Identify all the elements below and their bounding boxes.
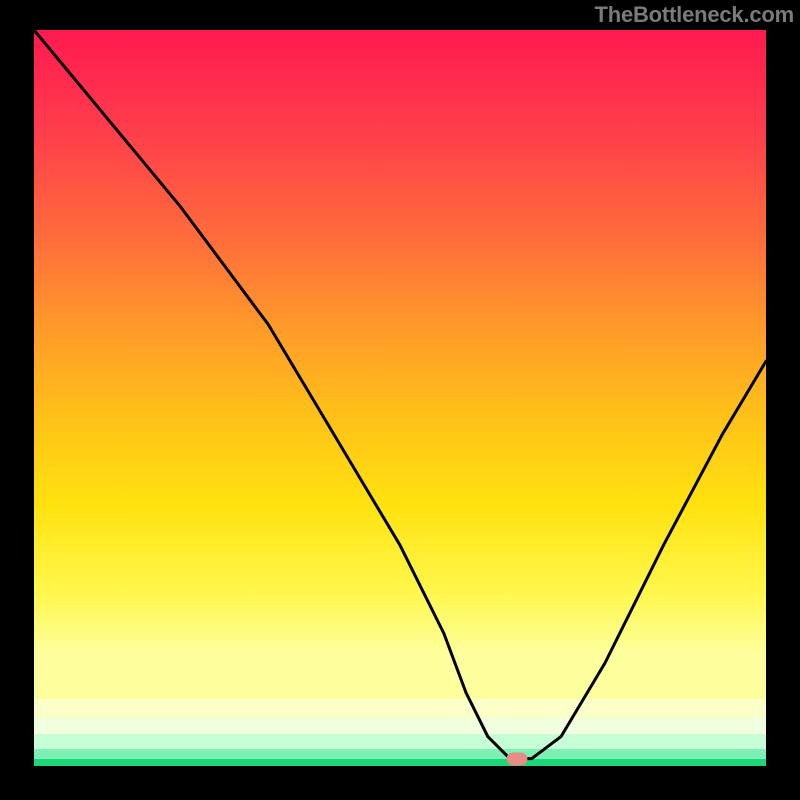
attribution-label: TheBottleneck.com bbox=[594, 2, 794, 28]
chart-frame: TheBottleneck.com bbox=[0, 0, 800, 800]
plot-area bbox=[34, 30, 766, 766]
optimal-marker bbox=[507, 752, 528, 765]
curve-path bbox=[34, 30, 766, 759]
bottleneck-curve bbox=[34, 30, 766, 766]
